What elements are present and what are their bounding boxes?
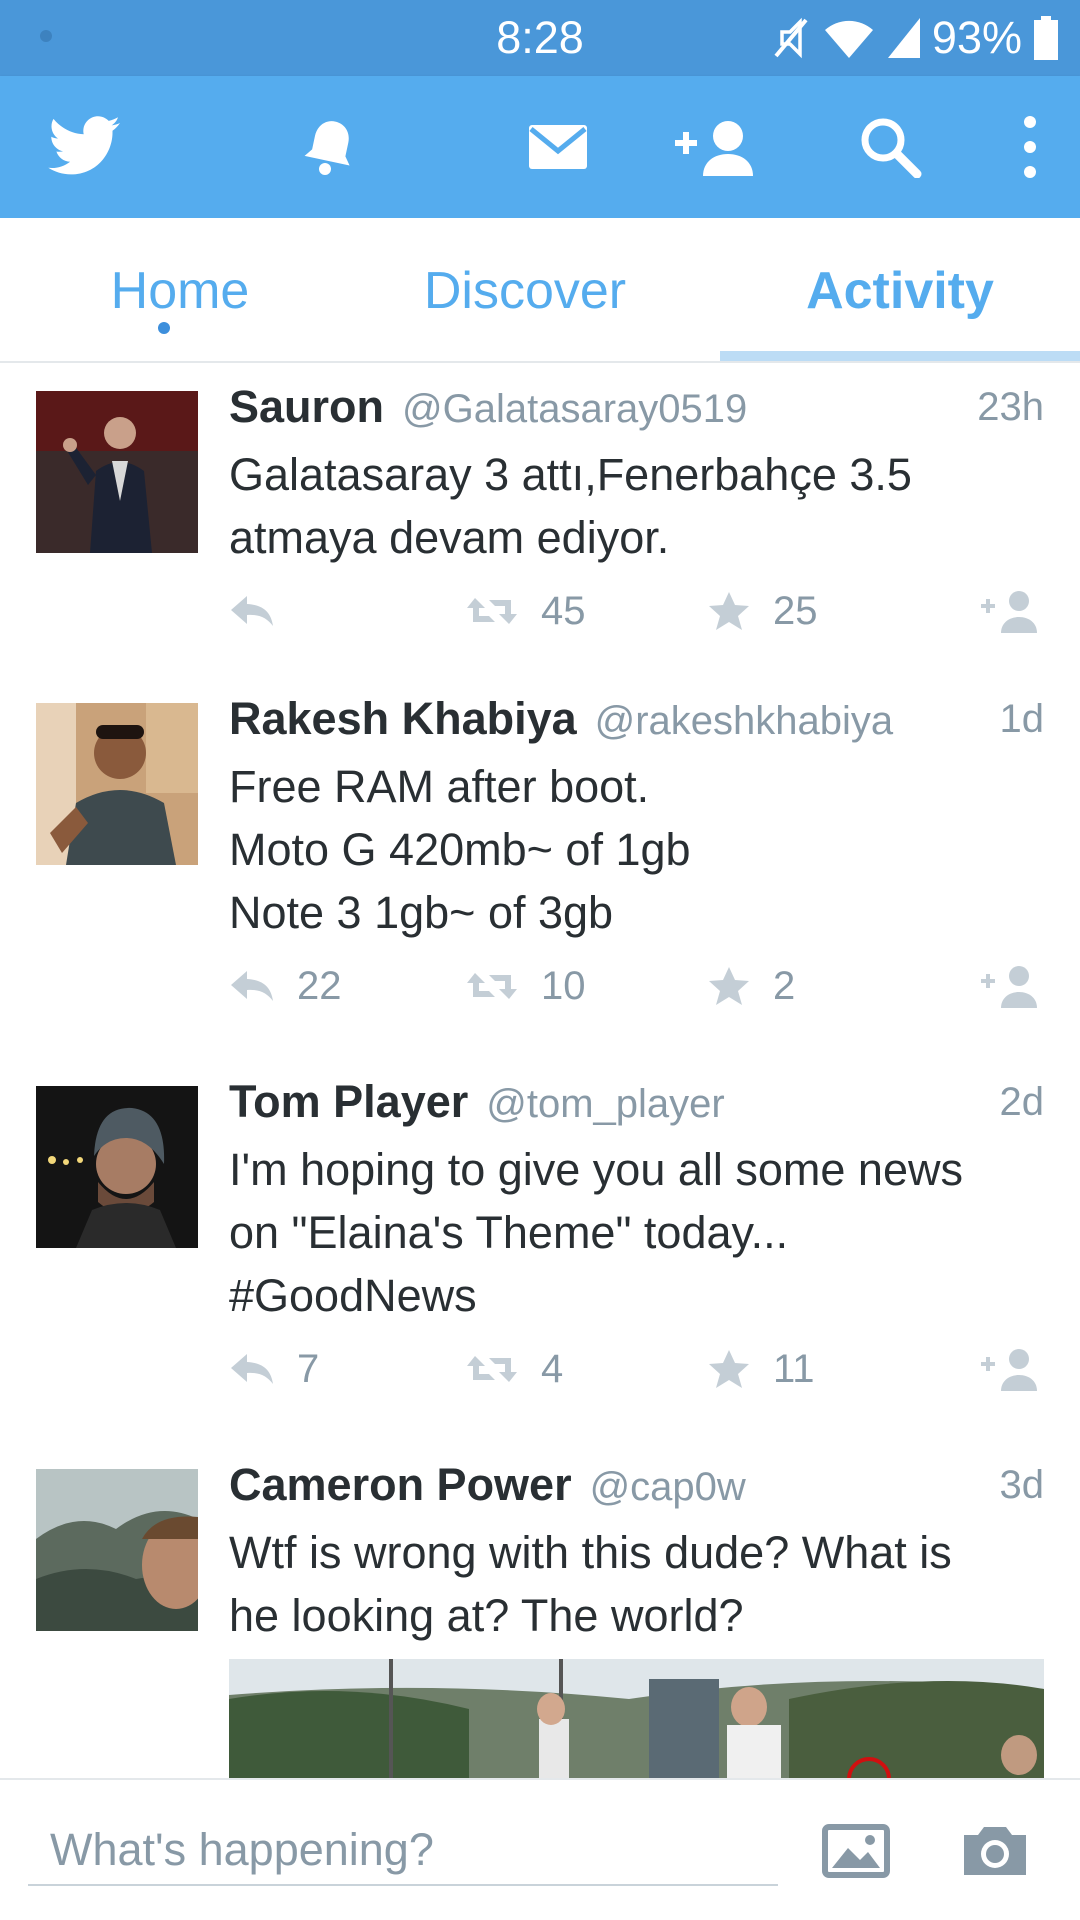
new-content-indicator [158,322,170,334]
star-icon [709,967,749,1005]
tweet-item[interactable]: Rakesh Khabiya @rakeshkhabiya 1d Free RA… [0,693,1080,1008]
reply-button[interactable]: 7 [229,1339,319,1399]
reply-count: 22 [297,963,342,1008]
tweet-item[interactable]: Sauron @Galatasaray0519 23h Galatasaray … [0,381,1080,681]
avatar[interactable] [36,391,198,553]
tweet-author-handle[interactable]: @cap0w [590,1465,746,1509]
tweet-header: Rakesh Khabiya @rakeshkhabiya 1d [229,693,1044,753]
tweet-actions: 45 25 [229,581,1049,641]
tweet-text: Wtf is wrong with this dude? What is he … [229,1527,952,1641]
tweet-author-handle[interactable]: @Galatasaray0519 [402,387,747,431]
bell-icon[interactable] [285,76,375,218]
tweet-header: Tom Player @tom_player 2d [229,1076,1044,1136]
active-tab-indicator [720,351,1080,361]
tweet-text: Galatasaray 3 attı,Fenerbahçe 3.5 atmaya… [229,449,912,563]
battery-icon [1034,16,1058,60]
camera-icon[interactable] [960,1780,1030,1920]
twitter-bird-icon[interactable] [40,76,130,218]
favorite-button[interactable]: 2 [707,956,795,1016]
follow-button[interactable] [981,956,1043,1016]
battery-percent: 93% [931,12,1022,63]
tab-activity-label: Activity [806,261,994,320]
search-icon[interactable] [846,76,936,218]
tweet-timestamp: 3d [999,1463,1045,1507]
add-user-icon[interactable] [670,76,770,218]
tweet-author-name[interactable]: Cameron Power [229,1459,572,1510]
status-bar: 8:28 93% [0,0,1080,76]
tweet-actions: 22 10 2 [229,956,1049,1016]
compose-bar [0,1778,1080,1920]
follow-button[interactable] [981,581,1043,641]
mute-icon [774,17,808,59]
tab-discover-label: Discover [423,261,627,320]
tab-home-label: Home [110,261,250,320]
favorite-count: 25 [773,588,818,633]
tab-activity[interactable]: Activity [720,218,1080,363]
tweet-item[interactable]: Cameron Power @cap0w 3d Wtf is wrong wit… [0,1459,1080,1778]
wifi-icon [824,20,873,58]
status-icons: 93% [768,8,1060,68]
favorite-button[interactable]: 11 [707,1339,815,1399]
tweet-header: Cameron Power @cap0w 3d [229,1459,1044,1519]
reply-icon [231,596,273,626]
reply-count: 7 [297,1346,320,1391]
retweet-button[interactable]: 45 [465,581,586,641]
tweet-author-handle[interactable]: @rakeshkhabiya [595,699,894,743]
reply-icon [231,971,273,1001]
reply-button[interactable]: 22 [229,956,342,1016]
overflow-menu-icon[interactable] [1000,76,1060,218]
add-user-icon [981,966,1037,1008]
avatar[interactable] [36,703,198,865]
tweet-actions: 7 4 11 [229,1339,1049,1399]
tab-bar: Home Discover Activity [0,218,1080,363]
favorite-count: 2 [773,963,796,1008]
avatar[interactable] [36,1086,198,1248]
favorite-count: 11 [773,1346,815,1391]
retweet-count: 4 [541,1346,564,1391]
retweet-button[interactable]: 10 [465,956,586,1016]
retweet-icon [467,1356,517,1382]
tweet-author-handle[interactable]: @tom_player [486,1082,724,1126]
avatar[interactable] [36,1469,198,1631]
envelope-icon[interactable] [513,76,603,218]
tab-home[interactable]: Home [0,218,360,363]
add-user-icon [981,1349,1037,1391]
reply-icon [231,1354,273,1384]
tweet-text: Free RAM after boot. Moto G 420mb~ of 1g… [229,761,691,938]
tweet-timestamp: 23h [977,385,1044,429]
app-bar [0,76,1080,218]
tweet-photo[interactable] [229,1659,1044,1778]
star-icon [709,592,749,630]
reply-button[interactable] [229,581,297,641]
tweet-timestamp: 1d [999,697,1045,741]
retweet-count: 10 [541,963,586,1008]
add-user-icon [981,591,1037,633]
tweet-author-name[interactable]: Tom Player [229,1076,468,1127]
favorite-button[interactable]: 25 [707,581,818,641]
tweet-author-name[interactable]: Rakesh Khabiya [229,693,577,744]
follow-button[interactable] [981,1339,1043,1399]
signal-icon [887,18,920,58]
tweet-header: Sauron @Galatasaray0519 23h [229,381,1044,441]
tweet-author-name[interactable]: Sauron [229,381,384,432]
retweet-count: 45 [541,588,586,633]
retweet-button[interactable]: 4 [465,1339,563,1399]
tweet-timestamp: 2d [999,1080,1045,1124]
tweet-item[interactable]: Tom Player @tom_player 2d I'm hoping to … [0,1076,1080,1391]
image-icon[interactable] [822,1780,890,1920]
timeline[interactable]: Sauron @Galatasaray0519 23h Galatasaray … [0,363,1080,1778]
compose-input[interactable] [28,1802,778,1886]
tab-discover[interactable]: Discover [345,218,705,363]
tweet-text: I'm hoping to give you all some news on … [229,1144,963,1321]
star-icon [709,1350,749,1388]
retweet-icon [467,973,517,999]
retweet-icon [467,598,517,624]
